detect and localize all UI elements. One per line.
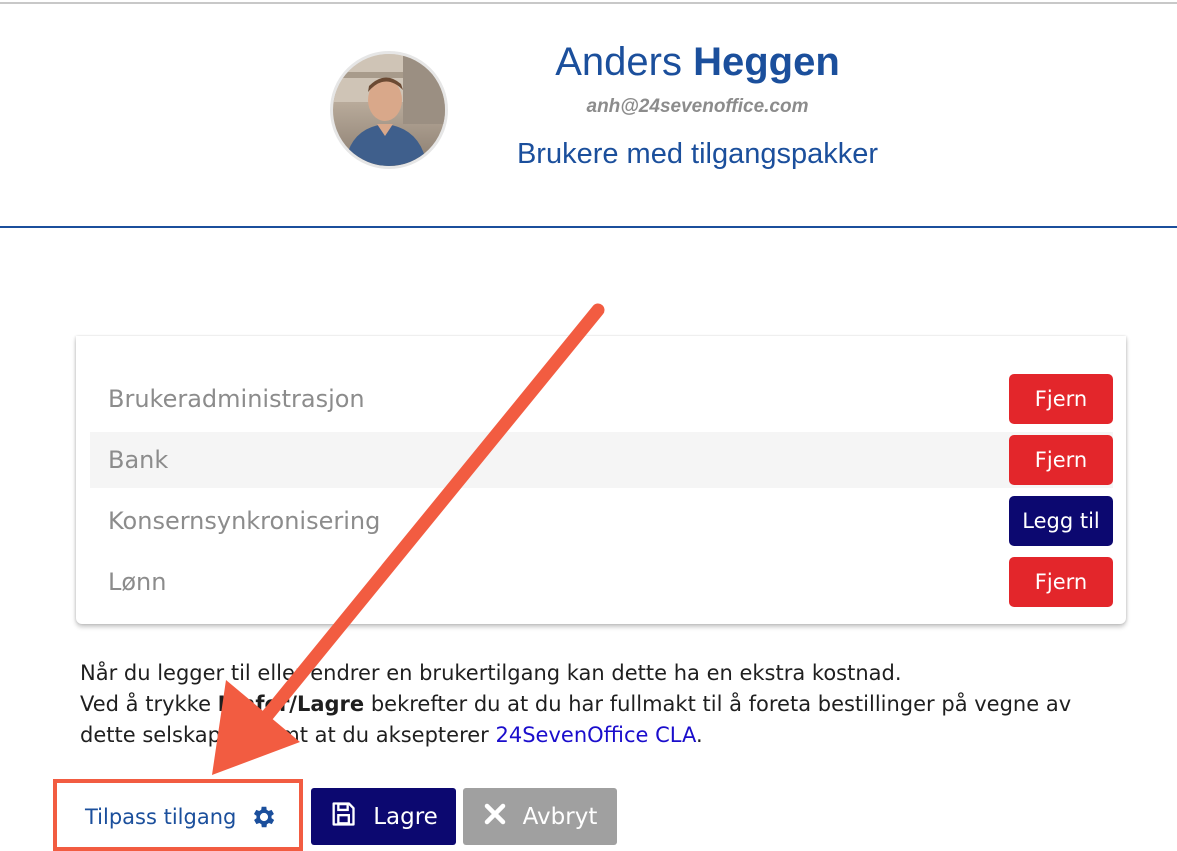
floppy-disk-icon <box>329 800 357 834</box>
remove-button[interactable]: Fjern <box>1009 557 1113 607</box>
cost-notice: Når du legger til eller endrer en bruker… <box>80 658 1140 751</box>
notice-text: . <box>695 723 703 747</box>
customize-access-label: Tilpass tilgang <box>85 805 237 829</box>
profile-photo <box>333 54 445 166</box>
gear-icon <box>250 803 278 831</box>
page-subtitle: Brukere med tilgangspakker <box>516 138 879 170</box>
notice-line-2: Ved å trykke Innfør/Lagre bekrefter du a… <box>80 689 1140 720</box>
package-label: Brukeradministrasjon <box>108 385 365 413</box>
notice-text: Ved å trykke <box>80 692 218 716</box>
cla-link[interactable]: 24SevenOffice CLA <box>496 723 696 747</box>
save-label: Lagre <box>373 803 438 830</box>
notice-line-3: dette selskapet, samt at du aksepterer 2… <box>80 720 1140 751</box>
top-divider <box>0 2 1177 4</box>
package-row: Brukeradministrasjon Fjern <box>90 371 1113 427</box>
clipped-heading-fragment <box>146 336 216 342</box>
cancel-button[interactable]: Avbryt <box>463 788 617 845</box>
user-name: Anders Heggen <box>470 40 925 85</box>
package-label: Lønn <box>108 568 167 596</box>
package-label: Konsernsynkronisering <box>108 507 381 535</box>
remove-button[interactable]: Fjern <box>1009 374 1113 424</box>
notice-text: dette selskapet, samt at du aksepterer <box>80 723 496 747</box>
notice-line-1: Når du legger til eller endrer en bruker… <box>80 661 902 685</box>
cancel-label: Avbryt <box>522 803 598 830</box>
customize-access-button[interactable]: Tilpass tilgang <box>65 792 295 842</box>
first-name: Anders <box>555 40 682 84</box>
user-email: anh@24sevenoffice.com <box>586 96 809 117</box>
header-divider <box>0 226 1177 228</box>
notice-bold-text: Innfør/Lagre <box>217 692 365 716</box>
x-icon <box>483 802 507 832</box>
add-button[interactable]: Legg til <box>1009 496 1113 546</box>
packages-card: Brukeradministrasjon Fjern Bank Fjern Ko… <box>76 336 1126 624</box>
package-row: Bank Fjern <box>90 432 1113 488</box>
package-row: Lønn Fjern <box>90 554 1113 610</box>
remove-button[interactable]: Fjern <box>1009 435 1113 485</box>
last-name: Heggen <box>693 40 840 84</box>
package-label: Bank <box>108 446 169 474</box>
notice-text: bekrefter du at du har fullmakt til å fo… <box>364 692 1072 716</box>
save-button[interactable]: Lagre <box>311 788 456 845</box>
package-row: Konsernsynkronisering Legg til <box>90 493 1113 549</box>
avatar <box>330 51 448 169</box>
